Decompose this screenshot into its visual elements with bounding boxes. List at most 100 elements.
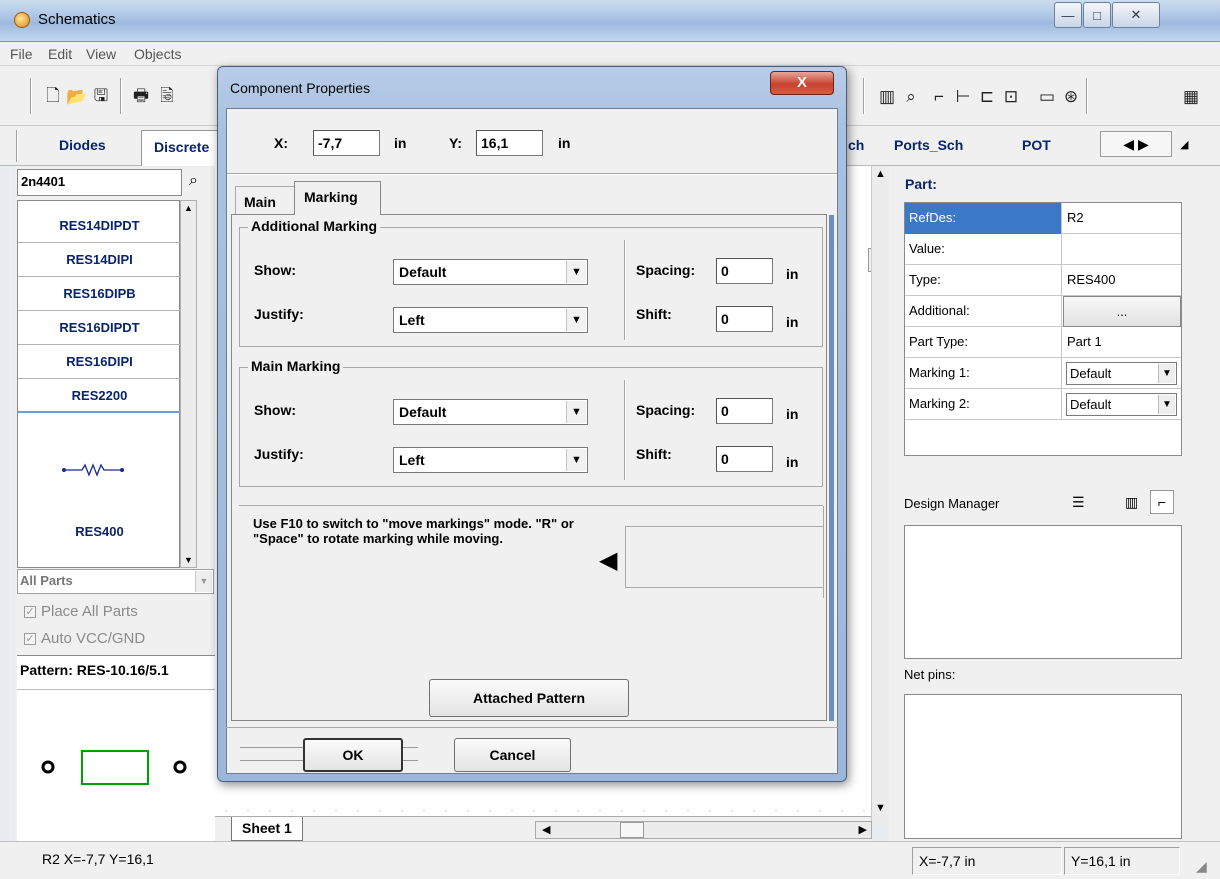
wire-icon[interactable]: ⌐: [928, 86, 950, 108]
tab-marking[interactable]: Marking: [294, 181, 381, 215]
part-filter-value: All Parts: [20, 573, 73, 588]
place-all-parts-label: Place All Parts: [41, 603, 138, 620]
property-value[interactable]: Part 1: [1063, 327, 1181, 358]
tab-pot[interactable]: POT: [1022, 137, 1051, 153]
horizontal-scrollbar[interactable]: ◀ ▶: [535, 821, 872, 839]
tab-ports-sch[interactable]: Ports_Sch: [894, 137, 963, 153]
tab-ch[interactable]: ch: [848, 137, 864, 153]
attached-pattern-button[interactable]: Attached Pattern: [429, 679, 629, 717]
property-value[interactable]: R2: [1063, 203, 1181, 234]
window-title: Schematics: [38, 11, 116, 28]
minimize-button[interactable]: —: [1054, 2, 1082, 28]
tab-scroll-buttons[interactable]: ◀ ▶: [1100, 131, 1172, 157]
scroll-down-icon[interactable]: ▼: [875, 802, 886, 814]
main-spacing-input[interactable]: 0: [716, 398, 773, 424]
wire-icon[interactable]: ⌐: [1150, 490, 1174, 514]
tab-main[interactable]: Main: [235, 186, 295, 214]
property-name: Value:: [905, 234, 1062, 265]
list-item[interactable]: RES16DIPB: [18, 277, 181, 311]
tab-diodes[interactable]: Diodes: [59, 137, 106, 153]
additional-button[interactable]: ...: [1063, 296, 1181, 327]
additional-justify-select[interactable]: Left ▼: [393, 307, 588, 333]
show-label: Show:: [254, 402, 296, 418]
menu-file[interactable]: File: [10, 46, 33, 62]
component-icon[interactable]: ▥: [876, 86, 898, 108]
property-grid: RefDes: R2 Value: Type: RES400 Additiona…: [904, 202, 1182, 456]
graph-icon[interactable]: ⊡: [1000, 86, 1022, 108]
property-row[interactable]: Marking 2: Default ▼: [905, 389, 1181, 420]
additional-show-select[interactable]: Default ▼: [393, 259, 588, 285]
new-file-icon[interactable]: 🗋: [42, 86, 64, 108]
list-item[interactable]: RES2200: [18, 379, 181, 413]
close-button[interactable]: ✕: [1112, 2, 1160, 28]
property-row[interactable]: Additional: ...: [905, 296, 1181, 327]
x-input[interactable]: -7,7: [313, 130, 380, 156]
property-value[interactable]: RES400: [1063, 265, 1181, 296]
list-item[interactable]: RES14DIPDT: [18, 209, 181, 243]
menu-objects[interactable]: Objects: [134, 46, 181, 62]
pattern-preview: Pattern: RES-10.16/5.1: [17, 655, 217, 841]
property-value[interactable]: [1063, 234, 1181, 265]
dialog-close-button[interactable]: X: [770, 71, 834, 95]
print-icon[interactable]: 🖶: [130, 86, 152, 108]
main-show-select[interactable]: Default ▼: [393, 399, 588, 425]
list-item[interactable]: RES14DIPI: [18, 243, 181, 277]
scroll-left-icon[interactable]: ◀: [542, 823, 550, 836]
list-item[interactable]: RES16DIPDT: [18, 311, 181, 345]
marking2-select[interactable]: Default ▼: [1066, 393, 1177, 416]
cancel-button[interactable]: Cancel: [454, 738, 571, 772]
ok-button[interactable]: OK: [303, 738, 403, 772]
property-row[interactable]: Part Type: Part 1: [905, 327, 1181, 358]
scroll-right-icon[interactable]: ▶: [859, 823, 867, 836]
menu-edit[interactable]: Edit: [48, 46, 72, 62]
menu-view[interactable]: View: [86, 46, 116, 62]
list-item[interactable]: RES16DIPI: [18, 345, 181, 379]
property-row[interactable]: Type: RES400: [905, 265, 1181, 296]
grid-icon[interactable]: ▦: [1180, 86, 1202, 108]
scroll-up-icon[interactable]: ▲: [184, 203, 193, 213]
canvas-vertical-scrollbar[interactable]: ▲ ▼: [871, 166, 889, 826]
main-justify-select[interactable]: Left ▼: [393, 447, 588, 473]
auto-vcc-checkbox[interactable]: ✓ Auto VCC/GND: [24, 630, 145, 647]
marking-preview: [625, 526, 823, 588]
scroll-up-icon[interactable]: ▲: [875, 168, 886, 180]
preview-part-name: RES400: [75, 524, 124, 539]
y-input[interactable]: 16,1: [476, 130, 543, 156]
save-icon[interactable]: 🖫: [90, 86, 112, 108]
port-icon[interactable]: ⊏: [976, 86, 998, 108]
component-icon[interactable]: ▥: [1125, 494, 1138, 511]
maximize-button[interactable]: □: [1083, 2, 1111, 28]
property-row[interactable]: RefDes: R2: [905, 203, 1181, 234]
open-folder-icon[interactable]: 📂: [66, 86, 88, 108]
binoculars-icon[interactable]: ⌕: [900, 86, 922, 108]
property-row[interactable]: Value:: [905, 234, 1181, 265]
property-name: RefDes:: [905, 203, 1062, 234]
resize-grip-icon[interactable]: ◢: [1196, 858, 1207, 875]
net-pins-label: Net pins:: [904, 667, 956, 682]
marking1-select[interactable]: Default ▼: [1066, 362, 1177, 385]
additional-shift-input[interactable]: 0: [716, 306, 773, 332]
chip-icon[interactable]: ⊛: [1060, 86, 1082, 108]
shift-label: Shift:: [636, 446, 672, 462]
search-input[interactable]: 2n4401: [17, 169, 182, 196]
list-icon[interactable]: ☰: [1072, 494, 1085, 511]
net-pins-list[interactable]: [904, 694, 1182, 839]
additional-spacing-input[interactable]: 0: [716, 258, 773, 284]
pcb-icon[interactable]: ▭: [1036, 86, 1058, 108]
tab-discrete[interactable]: Discrete: [141, 130, 223, 166]
scroll-down-icon[interactable]: ▼: [184, 555, 193, 565]
scroll-thumb[interactable]: [620, 822, 644, 838]
property-row[interactable]: Marking 1: Default ▼: [905, 358, 1181, 389]
main-shift-input[interactable]: 0: [716, 446, 773, 472]
selected-value: Default: [399, 404, 447, 420]
place-all-parts-checkbox[interactable]: ✓ Place All Parts: [24, 603, 138, 620]
design-manager-tree[interactable]: [904, 525, 1182, 659]
binoculars-icon[interactable]: ⌕: [189, 172, 198, 190]
shift-unit: in: [786, 314, 799, 330]
part-list-scrollbar[interactable]: ▲ ▼: [180, 200, 197, 568]
part-filter-select[interactable]: All Parts ▼: [17, 569, 214, 594]
sheet-tab[interactable]: Sheet 1: [231, 817, 303, 841]
print-preview-icon[interactable]: 🗟: [156, 86, 178, 108]
part-heading: Part:: [905, 176, 937, 192]
bus-icon[interactable]: ⊢: [952, 86, 974, 108]
